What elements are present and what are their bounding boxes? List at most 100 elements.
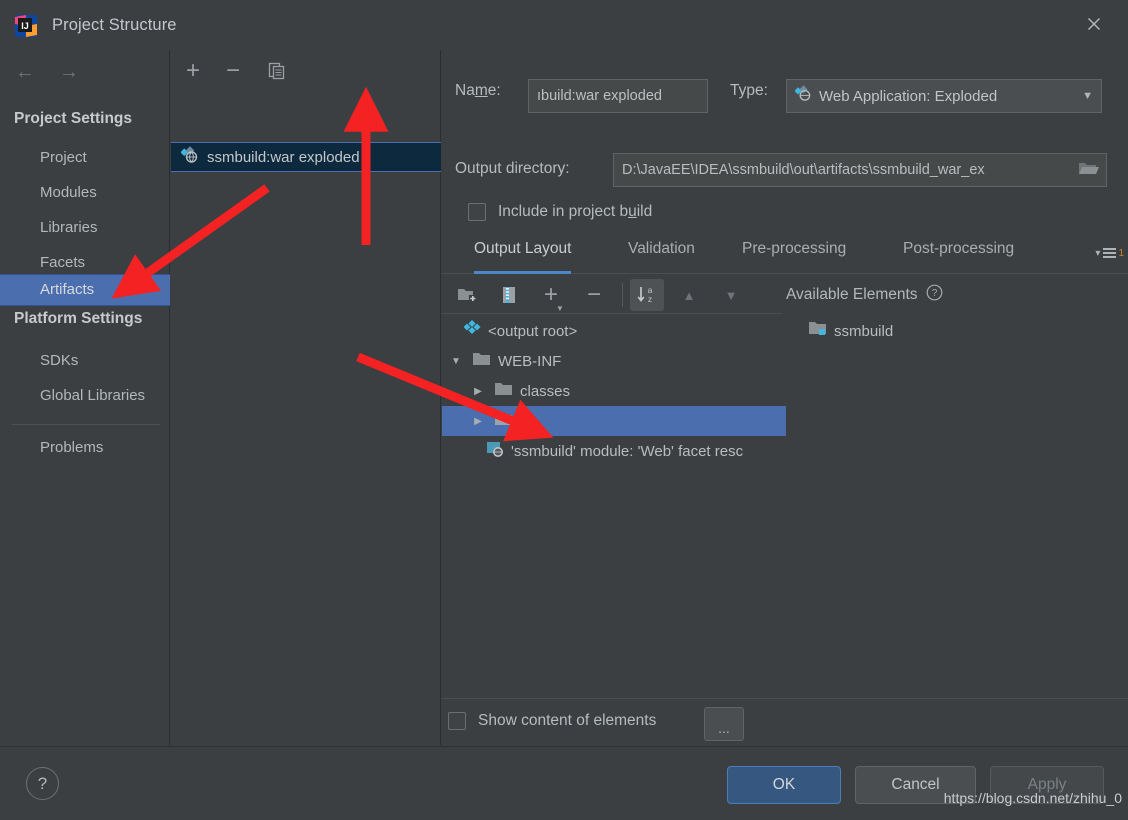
- watermark-text: https://blog.csdn.net/zhihu_0: [943, 790, 1122, 806]
- show-content-of-elements-row[interactable]: Show content of elements: [448, 712, 656, 730]
- available-element-label: ssmbuild: [834, 322, 894, 340]
- chevron-down-icon: ▾: [1095, 248, 1101, 259]
- web-exploded-artifact-icon: [794, 85, 812, 107]
- archive-icon[interactable]: [494, 281, 524, 309]
- tree-row-label: lib: [520, 412, 536, 430]
- settings-sidebar: ← → Project Settings Project Modules Lib…: [0, 50, 170, 791]
- svg-text:IJ: IJ: [21, 21, 29, 31]
- artifacts-list-panel: + − ssmbuild:war exploded: [171, 50, 441, 745]
- sidebar-item-problems[interactable]: Problems: [0, 434, 170, 462]
- tree-twisty[interactable]: [448, 323, 464, 339]
- web-facet-icon: [486, 440, 504, 463]
- folder-open-icon[interactable]: [1078, 159, 1100, 182]
- tab-output-layout[interactable]: Output Layout: [474, 240, 572, 274]
- module-folder-icon: [808, 320, 827, 342]
- tree-row-label: 'ssmbuild' module: 'Web' facet resc: [511, 442, 744, 460]
- folder-icon: [494, 411, 513, 432]
- remove-artifact-button[interactable]: −: [219, 58, 247, 84]
- ok-button[interactable]: OK: [727, 766, 841, 804]
- artifacts-toolbar: + −: [171, 50, 441, 92]
- list-item[interactable]: ssmbuild: [786, 316, 1126, 346]
- tab-post-processing[interactable]: Post-processing: [903, 240, 1014, 274]
- tree-row-label: WEB-INF: [498, 352, 562, 370]
- tab-overflow-count: 1: [1118, 248, 1124, 259]
- svg-text:z: z: [648, 294, 652, 304]
- title-bar: IJ Project Structure: [0, 0, 1128, 50]
- include-in-project-build-label: Include in project build: [498, 203, 653, 220]
- tab-list-icon: [1103, 248, 1117, 258]
- sort-az-icon[interactable]: a z: [630, 279, 664, 311]
- sidebar-group-platform-settings: Platform Settings: [14, 310, 143, 327]
- tab-pre-processing[interactable]: Pre-processing: [742, 240, 846, 274]
- add-element-button[interactable]: + ▼: [536, 281, 566, 314]
- include-in-project-build-checkbox[interactable]: [468, 203, 486, 221]
- name-label: Name:: [455, 82, 501, 99]
- triangle-up-icon[interactable]: ▲: [674, 281, 704, 309]
- folder-icon: [494, 381, 513, 402]
- artifact-tabs: Output Layout Validation Pre-processing …: [442, 240, 1128, 274]
- type-label: Type:: [730, 82, 768, 99]
- forward-arrow-icon[interactable]: →: [56, 60, 82, 84]
- toolbar-separator: [622, 283, 623, 307]
- name-field-row: Name:: [455, 82, 501, 100]
- artifact-details-panel: Name: Type: Web Application: Exploded ▼ …: [442, 50, 1128, 745]
- tree-row-label: classes: [520, 382, 571, 400]
- sidebar-item-facets[interactable]: Facets: [0, 249, 170, 277]
- include-in-project-build-checkbox-row[interactable]: Include in project build: [468, 203, 652, 221]
- output-directory-label: Output directory:: [455, 160, 570, 177]
- more-options-button[interactable]: ...: [704, 707, 744, 741]
- sidebar-nav: ← →: [0, 50, 170, 94]
- tree-twisty-expanded[interactable]: ▼: [448, 353, 464, 369]
- add-artifact-button[interactable]: +: [179, 58, 207, 84]
- show-content-of-elements-checkbox[interactable]: [448, 712, 466, 730]
- tree-row[interactable]: 'ssmbuild' module: 'Web' facet resc: [442, 436, 786, 466]
- tree-twisty-collapsed[interactable]: ▶: [470, 383, 486, 399]
- folder-icon: [472, 351, 491, 372]
- intellij-idea-icon: IJ: [14, 14, 38, 38]
- copy-artifact-icon[interactable]: [263, 58, 291, 84]
- tab-validation[interactable]: Validation: [628, 240, 695, 274]
- sidebar-item-libraries[interactable]: Libraries: [0, 214, 170, 242]
- tree-row-label: <output root>: [488, 322, 578, 340]
- help-circle-icon[interactable]: ?: [926, 284, 943, 306]
- available-elements-header: Available Elements ?: [786, 284, 943, 306]
- list-item[interactable]: ssmbuild:war exploded: [171, 142, 441, 172]
- output-directory-field[interactable]: D:\JavaEE\IDEA\ssmbuild\out\artifacts\ss…: [613, 153, 1107, 187]
- dialog-footer: ? OK Cancel Apply: [0, 746, 1128, 820]
- sidebar-item-project[interactable]: Project: [0, 144, 170, 172]
- tree-twisty-collapsed[interactable]: ▶: [470, 413, 486, 429]
- available-elements-label: Available Elements: [786, 286, 918, 303]
- output-directory-row: Output directory:: [455, 160, 570, 178]
- bottom-options-bar: Show content of elements ...: [442, 698, 1128, 746]
- output-layout-toolbar: + ▼ − a z ▲ ▼: [442, 276, 782, 314]
- tree-row[interactable]: ▼ WEB-INF: [442, 346, 786, 376]
- triangle-down-icon[interactable]: ▼: [716, 281, 746, 309]
- show-content-of-elements-label: Show content of elements: [478, 712, 657, 729]
- sidebar-item-modules[interactable]: Modules: [0, 179, 170, 207]
- artifact-type-value: Web Application: Exploded: [819, 87, 998, 105]
- sidebar-divider: [12, 424, 160, 425]
- tree-row[interactable]: ▶ classes: [442, 376, 786, 406]
- sidebar-item-sdks[interactable]: SDKs: [0, 347, 170, 375]
- project-structure-dialog: IJ Project Structure ← → Project Setting…: [0, 0, 1128, 820]
- output-root-icon: [463, 319, 481, 342]
- output-directory-value: D:\JavaEE\IDEA\ssmbuild\out\artifacts\ss…: [622, 162, 985, 178]
- tab-overflow-button[interactable]: ▾ 1: [1095, 246, 1124, 261]
- new-folder-icon[interactable]: [452, 281, 482, 309]
- web-exploded-artifact-icon: [180, 145, 199, 169]
- window-title: Project Structure: [52, 16, 177, 34]
- sidebar-group-project-settings: Project Settings: [14, 110, 132, 127]
- chevron-down-icon: ▼: [1082, 90, 1093, 102]
- tree-row[interactable]: ▶ lib: [442, 406, 786, 436]
- sidebar-item-artifacts[interactable]: Artifacts: [0, 274, 170, 306]
- artifact-type-combo[interactable]: Web Application: Exploded ▼: [786, 79, 1102, 113]
- tree-row[interactable]: <output root>: [442, 316, 786, 346]
- artifact-name-label: ssmbuild:war exploded: [207, 148, 360, 166]
- sidebar-item-global-libraries[interactable]: Global Libraries: [0, 382, 170, 410]
- help-button[interactable]: ?: [26, 767, 59, 800]
- artifact-name-input[interactable]: [528, 79, 708, 113]
- remove-element-button[interactable]: −: [579, 281, 609, 309]
- close-icon[interactable]: [1072, 4, 1116, 44]
- svg-text:?: ?: [931, 288, 937, 299]
- back-arrow-icon[interactable]: ←: [12, 60, 38, 84]
